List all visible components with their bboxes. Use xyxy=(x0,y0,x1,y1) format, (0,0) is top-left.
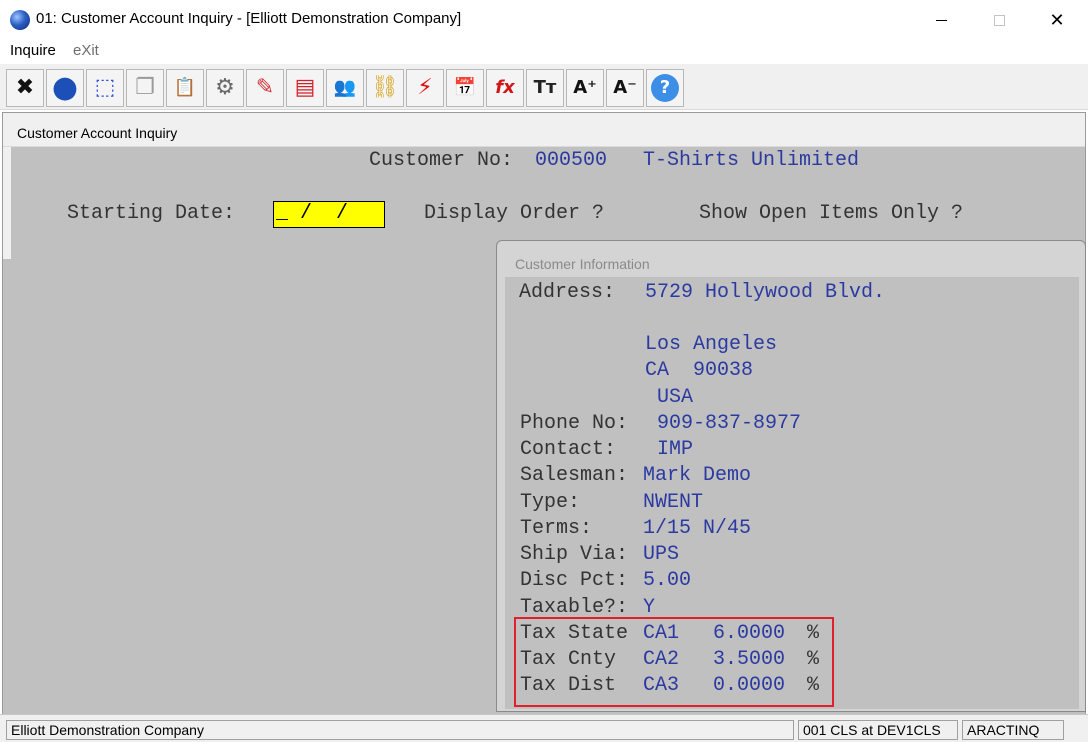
ship-via-label: Ship Via: xyxy=(520,543,629,566)
close-button[interactable]: ✕ xyxy=(1028,0,1086,40)
menu-exit[interactable]: eXit xyxy=(73,42,99,59)
link-chain-icon: ⛓ xyxy=(371,75,399,100)
table-button[interactable]: ▤ xyxy=(286,69,324,107)
function-fx-button[interactable]: fx xyxy=(486,69,524,107)
globe-icon: ● xyxy=(51,70,79,105)
phone-label: Phone No: xyxy=(520,412,629,435)
starting-date-label: Starting Date: xyxy=(67,202,236,225)
minimize-icon xyxy=(935,19,947,21)
font-decrease-button[interactable]: A⁻ xyxy=(606,69,644,107)
toolbar: ✖ ● ⬚ ❐ 📋 ⚙ ✎ ▤ 👥 ⛓ ⚡ 📅 fx Tт A⁺ A⁻? xyxy=(0,64,1088,110)
font-decrease-icon: A⁻ xyxy=(613,77,637,98)
lightning-button[interactable]: ⚡ xyxy=(406,69,444,107)
inquiry-caption: Customer Account Inquiry xyxy=(17,125,178,141)
terms-value: 1/15 N/45 xyxy=(643,517,752,540)
edit-pencil-icon: ✎ xyxy=(255,75,275,100)
taxable-value: Y xyxy=(643,596,656,619)
contact-value: IMP xyxy=(657,438,694,461)
status-company: Elliott Demonstration Company xyxy=(6,720,794,740)
edit-pencil-button[interactable]: ✎ xyxy=(246,69,284,107)
title-bar: 01: Customer Account Inquiry - [Elliott … xyxy=(0,0,1088,40)
text-size-button[interactable]: Tт xyxy=(526,69,564,107)
left-gutter xyxy=(3,147,11,259)
salesman-value: Mark Demo xyxy=(643,464,752,487)
disc-pct-label: Disc Pct: xyxy=(520,569,629,592)
table-icon: ▤ xyxy=(294,75,316,100)
select-box-button[interactable]: ⬚ xyxy=(86,69,124,107)
window-title: 01: Customer Account Inquiry - [Elliott … xyxy=(36,10,462,27)
address-line1: 5729 Hollywood Blvd. xyxy=(645,281,886,304)
customer-name-value: T-Shirts Unlimited xyxy=(643,149,860,172)
gear-icon: ⚙ xyxy=(215,75,235,100)
phone-value: 909-837-8977 xyxy=(657,412,802,435)
terms-label: Terms: xyxy=(520,517,593,540)
help-question-button[interactable]: ? xyxy=(646,69,684,107)
address-city: Los Angeles xyxy=(645,333,778,356)
users-button[interactable]: 👥 xyxy=(326,69,364,107)
info-caption-bar: Customer Information xyxy=(497,241,1085,275)
calendar-lightning-button[interactable]: 📅 xyxy=(446,69,484,107)
maximize-button[interactable] xyxy=(970,0,1028,40)
paste-clipboard-button[interactable]: 📋 xyxy=(166,69,204,107)
calendar-lightning-icon: 📅 xyxy=(453,77,477,98)
menu-inquire[interactable]: Inquire xyxy=(10,42,56,59)
inquiry-caption-bar: Customer Account Inquiry xyxy=(3,113,1085,147)
font-increase-icon: A⁺ xyxy=(573,77,597,98)
display-order-label: Display Order ? xyxy=(424,202,605,225)
info-caption: Customer Information xyxy=(515,256,650,272)
tax-rows-highlight xyxy=(514,617,834,707)
cancel-x-button[interactable]: ✖ xyxy=(6,69,44,107)
users-icon: 👥 xyxy=(333,77,357,98)
text-size-icon: Tт xyxy=(533,77,557,98)
taxable-label: Taxable?: xyxy=(520,596,629,619)
address-state-zip: CA 90038 xyxy=(645,359,754,382)
gear-button[interactable]: ⚙ xyxy=(206,69,244,107)
globe-button[interactable]: ● xyxy=(46,69,84,107)
lightning-icon: ⚡ xyxy=(417,75,433,100)
disc-pct-value: 5.00 xyxy=(643,569,692,592)
function-fx-icon: fx xyxy=(495,77,515,98)
menu-bar: Inquire eXit xyxy=(0,40,1088,62)
show-open-items-label: Show Open Items Only ? xyxy=(699,202,964,225)
customer-no-label: Customer No: xyxy=(369,149,514,172)
select-box-icon: ⬚ xyxy=(94,75,116,100)
status-program: ARACTINQ xyxy=(962,720,1064,740)
type-value: NWENT xyxy=(643,491,704,514)
app-globe-icon xyxy=(10,10,30,30)
copy-button[interactable]: ❐ xyxy=(126,69,164,107)
maximize-icon xyxy=(993,14,1005,26)
address-country: USA xyxy=(657,386,694,409)
link-chain-button[interactable]: ⛓ xyxy=(366,69,404,107)
contact-label: Contact: xyxy=(520,438,617,461)
copy-icon: ❐ xyxy=(135,75,155,100)
salesman-label: Salesman: xyxy=(520,464,629,487)
minimize-button[interactable] xyxy=(912,0,970,40)
starting-date-input[interactable]: _ / / xyxy=(273,201,385,228)
customer-no-value: 000500 xyxy=(535,149,608,172)
font-increase-button[interactable]: A⁺ xyxy=(566,69,604,107)
cancel-x-icon: ✖ xyxy=(15,75,35,100)
address-label: Address: xyxy=(519,281,616,304)
status-session: 001 CLS at DEV1CLS xyxy=(798,720,958,740)
ship-via-value: UPS xyxy=(643,543,680,566)
help-question-icon: ? xyxy=(651,74,679,102)
type-label: Type: xyxy=(520,491,581,514)
paste-clipboard-icon: 📋 xyxy=(173,77,197,98)
status-bar: Elliott Demonstration Company 001 CLS at… xyxy=(0,714,1088,742)
